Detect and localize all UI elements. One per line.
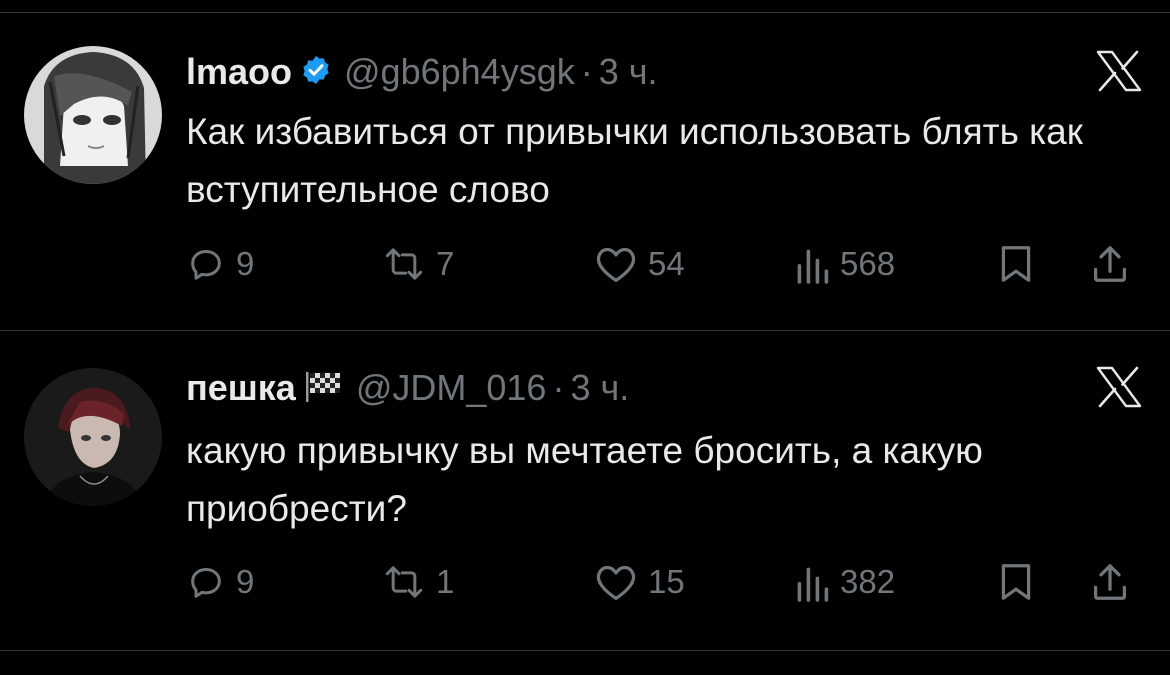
retweet-count: 1 — [436, 563, 455, 600]
reply-button[interactable]: 9 — [186, 562, 254, 602]
tweet-header: пешка @JDM_016 · 3 ч. — [186, 366, 629, 410]
tweet-actions: 9 1 15 382 — [186, 562, 1146, 602]
bottom-divider — [0, 650, 1170, 651]
views-count: 382 — [840, 563, 896, 600]
tweet-text: какую привычку вы мечтаете бросить, а ка… — [186, 430, 983, 529]
reply-count: 9 — [236, 563, 255, 600]
views-button[interactable]: 382 — [794, 562, 895, 602]
timestamp[interactable]: 3 ч. — [599, 51, 658, 93]
heart-icon — [596, 565, 636, 600]
retweet-button[interactable]: 7 — [382, 244, 454, 284]
reply-icon — [191, 250, 221, 280]
share-icon — [1093, 246, 1127, 282]
views-button[interactable]: 568 — [794, 244, 895, 284]
retweet-icon — [385, 248, 423, 280]
like-button[interactable]: 15 — [594, 562, 685, 602]
retweet-button[interactable]: 1 — [382, 562, 454, 602]
x-logo-icon — [1096, 50, 1142, 97]
share-icon — [1093, 564, 1127, 600]
reply-count: 9 — [236, 245, 255, 282]
views-icon — [797, 567, 829, 602]
bookmark-button[interactable] — [998, 562, 1034, 602]
timestamp[interactable]: 3 ч. — [570, 367, 629, 409]
bookmark-icon — [1001, 246, 1031, 282]
avatar-image — [24, 368, 162, 506]
x-logo-icon — [1096, 366, 1142, 413]
verified-badge-icon — [300, 54, 332, 91]
tweet-header: lmaoo @gb6ph4ysgk · 3 ч. — [186, 50, 658, 94]
heart-icon — [596, 247, 636, 282]
checkered-flag-icon — [304, 368, 344, 409]
views-count: 568 — [840, 245, 896, 282]
user-handle[interactable]: @JDM_016 — [356, 367, 547, 409]
avatar[interactable] — [24, 368, 162, 506]
share-button[interactable] — [1092, 244, 1128, 284]
tweet-text: Как избавиться от привычки использовать … — [186, 111, 1083, 210]
tweet[interactable]: lmaoo @gb6ph4ysgk · 3 ч. Как избавиться … — [0, 0, 1170, 330]
share-button[interactable] — [1092, 562, 1128, 602]
user-handle[interactable]: @gb6ph4ysgk — [344, 51, 575, 93]
tweet[interactable]: пешка @JDM_016 · 3 ч. какую привычку вы … — [0, 330, 1170, 650]
like-count: 54 — [648, 245, 685, 282]
reply-icon — [191, 568, 221, 598]
display-name[interactable]: lmaoo — [186, 51, 292, 93]
bookmark-button[interactable] — [998, 244, 1034, 284]
retweet-count: 7 — [436, 245, 455, 282]
like-button[interactable]: 54 — [594, 244, 685, 284]
reply-button[interactable]: 9 — [186, 244, 254, 284]
tweet-actions: 9 7 54 568 — [186, 244, 1146, 284]
retweet-icon — [385, 566, 423, 598]
avatar[interactable] — [24, 46, 162, 184]
avatar-image — [24, 46, 162, 184]
like-count: 15 — [648, 563, 685, 600]
views-icon — [797, 249, 829, 284]
separator-dot: · — [580, 51, 593, 92]
display-name[interactable]: пешка — [186, 367, 296, 409]
separator-dot: · — [552, 367, 565, 408]
bookmark-icon — [1001, 564, 1031, 600]
